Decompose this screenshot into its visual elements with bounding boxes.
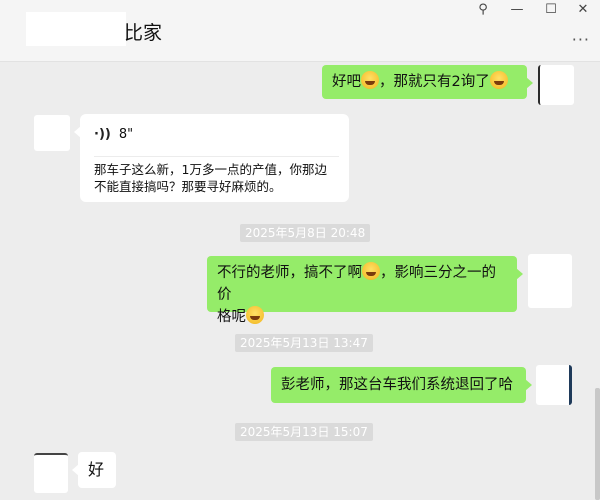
message-text: ，那就只有2询了 [379, 74, 490, 90]
laughing-emoji-icon [489, 71, 508, 89]
message-text: 好吧 [332, 74, 361, 90]
scrollbar[interactable] [595, 388, 600, 500]
message-bubble-received[interactable]: 好 [72, 452, 116, 488]
avatar-self[interactable] [536, 365, 572, 405]
close-icon[interactable]: ✕ [572, 2, 594, 17]
message-text: 好 [88, 460, 105, 479]
voice-row[interactable]: ·)) 8" [94, 124, 339, 146]
chat-title: 比家 [124, 22, 163, 44]
grinning-emoji-icon [246, 306, 264, 324]
minimize-icon[interactable]: — [506, 2, 528, 17]
voice-wave-icon: ·)) [94, 127, 111, 142]
voice-transcript: 那车子这么新，1万多一点的产值，你那边不能直接搞吗？那要寻好麻烦的。 [94, 162, 327, 194]
avatar-contact[interactable] [34, 115, 70, 151]
message-bubble-sent[interactable]: 好吧 ，那就只有2询了 [322, 65, 533, 99]
laughing-emoji-icon [362, 262, 380, 280]
voice-message-card[interactable]: ·)) 8" 那车子这么新，1万多一点的产值，你那边不能直接搞吗？那要寻好麻烦的… [74, 114, 349, 202]
avatar-self[interactable] [528, 254, 572, 308]
message-bubble-sent[interactable]: 不行的老师，搞不了啊 ，影响三分之一的价 格呢 [207, 256, 523, 325]
chat-area: 好吧 ，那就只有2询了 ·)) 8" 那车子这么新，1万多一点的产值，你那边不能直… [0, 63, 600, 500]
message-text: 彭老师，那这台车我们系统退回了哈 [281, 377, 513, 393]
message-text: 格呢 [217, 309, 246, 325]
redacted-title-area [26, 12, 126, 46]
timestamp: 2025年5月13日 13:47 [235, 334, 373, 352]
laughing-emoji-icon [361, 71, 379, 89]
more-options-icon[interactable]: ··· [572, 30, 590, 49]
voice-duration: 8" [118, 127, 134, 142]
avatar-self[interactable] [538, 65, 574, 105]
divider [94, 156, 339, 157]
timestamp: 2025年5月13日 15:07 [235, 423, 373, 441]
message-bubble-sent[interactable]: 彭老师，那这台车我们系统退回了哈 [271, 367, 532, 403]
chat-header: 比家 ⚲ — ☐ ✕ ··· [0, 0, 600, 62]
maximize-icon[interactable]: ☐ [540, 2, 562, 17]
pin-icon[interactable]: ⚲ [472, 2, 494, 17]
timestamp: 2025年5月8日 20:48 [240, 224, 371, 242]
avatar-contact[interactable] [34, 453, 68, 493]
message-text: 不行的老师，搞不了啊 [217, 265, 362, 281]
